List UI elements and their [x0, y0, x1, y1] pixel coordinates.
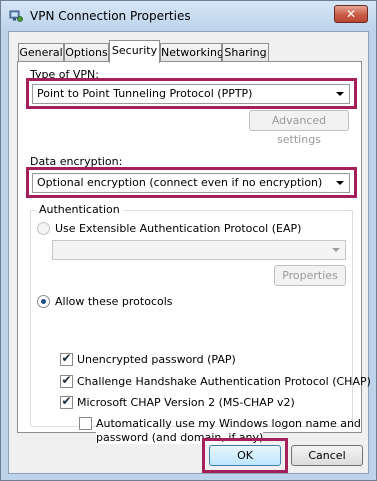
auto-logon-label-line2: password (and domain, if any)	[96, 431, 264, 444]
mschapv2-label: Microsoft CHAP Version 2 (MS-CHAP v2)	[77, 396, 295, 409]
eap-method-select[interactable]	[52, 240, 346, 260]
eap-radio[interactable]	[37, 222, 50, 235]
close-icon: ✕	[345, 7, 357, 21]
chap-label: Challenge Handshake Authentication Proto…	[77, 375, 371, 388]
data-encryption-select[interactable]: Optional encryption (connect even if no …	[32, 173, 350, 193]
vpn-type-select[interactable]: Point to Point Tunneling Protocol (PPTP)	[32, 84, 350, 104]
data-encryption-value: Optional encryption (connect even if no …	[37, 176, 323, 189]
mschapv2-checkbox[interactable]: ✔	[60, 394, 73, 409]
allow-protocols-label: Allow these protocols	[55, 295, 173, 308]
chevron-down-icon	[336, 181, 344, 185]
tab-security[interactable]: Security	[109, 40, 160, 63]
advanced-settings-button[interactable]: Advanced settings	[249, 110, 349, 146]
chevron-down-icon	[336, 92, 344, 96]
tab-general[interactable]: General	[18, 43, 64, 62]
ok-button[interactable]: OK	[209, 445, 281, 466]
chevron-down-icon	[332, 248, 340, 252]
checkmark-icon: ✔	[61, 373, 72, 387]
cancel-button[interactable]: Cancel	[291, 445, 363, 466]
vpn-properties-window: VPN Connection Properties ✕ General Opti…	[0, 0, 377, 481]
close-button[interactable]: ✕	[334, 5, 368, 23]
tab-options[interactable]: Options	[64, 43, 109, 62]
dialog-client-area: General Options Security Networking Shar…	[8, 31, 371, 474]
chap-checkbox[interactable]: ✔	[60, 373, 73, 388]
auto-logon-label-line1: Automatically use my Windows logon name …	[96, 417, 361, 430]
checkmark-icon: ✔	[61, 351, 72, 365]
tab-sharing[interactable]: Sharing	[222, 43, 269, 62]
title-bar[interactable]: VPN Connection Properties ✕	[1, 1, 376, 31]
vpn-type-label: Type of VPN:	[30, 68, 99, 81]
network-connection-icon	[9, 10, 23, 22]
security-tab-page: Type of VPN: Point to Point Tunneling Pr…	[17, 61, 371, 444]
pap-label: Unencrypted password (PAP)	[77, 353, 236, 366]
tab-networking[interactable]: Networking	[160, 43, 224, 62]
data-encryption-label: Data encryption:	[30, 155, 123, 168]
vpn-type-value: Point to Point Tunneling Protocol (PPTP)	[37, 87, 253, 100]
allow-protocols-radio[interactable]	[37, 295, 50, 308]
authentication-legend: Authentication	[36, 203, 123, 216]
checkmark-icon: ✔	[61, 394, 72, 408]
eap-properties-button[interactable]: Properties	[274, 265, 346, 286]
radio-selected-dot	[41, 299, 46, 304]
window-title: VPN Connection Properties	[30, 9, 191, 23]
eap-radio-label: Use Extensible Authentication Protocol (…	[55, 222, 302, 235]
pap-checkbox[interactable]: ✔	[60, 351, 73, 366]
auto-logon-checkbox[interactable]	[79, 417, 92, 430]
